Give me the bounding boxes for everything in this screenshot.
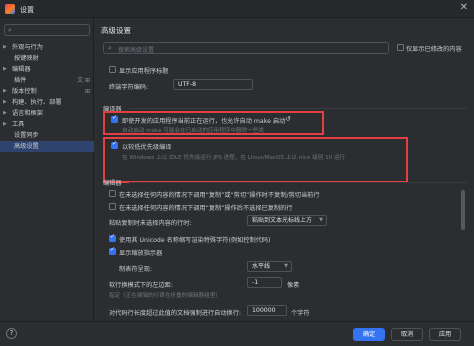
paste-label: 粘贴复制时未选择内容的行时: [109,220,192,227]
soft-wrap-indent-label: 软行换模式下的左边距: [109,282,173,289]
scrollbar[interactable] [461,190,465,230]
settings-sidebar: ⌕ ▶ 外观与行为 按键映射 ▶ 编辑器 插件 文 ⊞ ▶ 版本控制 ⊞ ▶ 构… [0,18,94,321]
page-title: 高级设置 [101,26,131,35]
cancel-button[interactable]: 取消 [391,328,423,341]
soft-wrap-hint: 指定（正在编辑的行首在折叠的编辑器组里） [109,293,221,299]
low-priority-hint: 在 Windows 上以 IDLE 优先级运行 JPS 进程，在 Linux/M… [122,155,346,161]
project-settings-icon: ⊞ [84,88,90,95]
divider [129,108,467,109]
show-app-title-label: 显示应用程序标题 [119,68,169,75]
title-bar: 设置 ✕ [0,0,474,18]
chevron-right-icon: ▶ [3,99,7,105]
auto-make-checkbox[interactable] [111,115,118,123]
help-icon[interactable]: ? [6,328,17,339]
show-app-title-checkbox[interactable] [109,66,116,73]
chevron-down-icon: ▼ [319,217,323,223]
window-title: 设置 [20,6,34,14]
sidebar-item-appearance[interactable]: ▶ 外观与行为 [0,42,94,53]
only-modified-label: 仅显示已修改的内容 [406,46,462,53]
tab-render-label: 制表符呈现: [119,266,153,273]
editor-section-title: 编辑器 [103,180,122,187]
auto-make-hint: 自动启动 make 可能会在已启动的应用程序中删除一些类 [122,128,264,134]
settings-content: 高级设置 ⌕ 搜索高级设置 仅显示已修改的内容 显示应用程序标题 终端字符编码:… [95,18,474,321]
chevron-right-icon: ▶ [3,88,7,94]
show-indent-label: 显示缩放指示器 [119,250,163,257]
chevron-right-icon: ▶ [3,66,7,72]
unicode-label: 使用其 Unicode 名称缩写渲染特殊字符(例如控制代码) [119,237,271,244]
low-priority-checkbox[interactable] [111,141,118,149]
sidebar-item-settings-sync[interactable]: 设置同步 [0,130,94,141]
terminal-encoding-label: 终端字符编码: [109,84,149,91]
auto-make-label: 即使开发的应用程序当前正在运行，也允许自动 make 启动 [122,118,286,125]
terminal-encoding-field[interactable]: UTF-8 [173,79,253,90]
chevron-right-icon: ▶ [3,44,7,50]
search-input[interactable]: ⌕ 搜索高级设置 [103,42,389,54]
chevron-down-icon: ▼ [284,263,288,269]
divider [129,182,467,183]
long-line-unit: 个字符 [291,310,310,317]
sidebar-item-build[interactable]: ▶ 构建、执行、部署 [0,97,94,108]
sidebar-item-tools[interactable]: ▶ 工具 [0,119,94,130]
tab-render-dropdown[interactable]: 水平线 ▼ [247,261,292,272]
ok-button[interactable]: 确定 [353,328,385,341]
chevron-right-icon: ▶ [3,121,7,127]
sidebar-search-input[interactable]: ⌕ [4,24,90,36]
dialog-footer: ? 确定 取消 应用 [0,321,474,346]
app-logo-icon [5,4,15,14]
search-icon: ⌕ [108,44,112,52]
paste-dropdown[interactable]: 粘贴到文本光标线上方 ▼ [247,215,327,226]
sidebar-item-keymap[interactable]: 按键映射 [0,53,94,64]
unicode-checkbox[interactable] [109,234,116,242]
soft-wrap-unit: 像素 [287,282,300,289]
long-line-label: 对代码行长度超过此值的文档强制进行自动换行: [109,310,242,317]
search-placeholder: 搜索高级设置 [118,47,155,54]
reset-icon[interactable]: ↺ [285,115,291,123]
editor-option-2-checkbox[interactable] [109,203,116,210]
low-priority-label: 以较低优先级编译 [122,144,172,151]
chevron-right-icon: ▶ [3,110,7,116]
sidebar-item-plugins[interactable]: 插件 文 ⊞ [0,75,94,86]
search-icon: ⌕ [8,26,12,34]
sidebar-item-editor[interactable]: ▶ 编辑器 [0,64,94,75]
soft-wrap-indent-field[interactable]: -1 [247,277,282,288]
sidebar-item-advanced[interactable]: 高级设置 [0,141,94,152]
editor-option-1-label: 在未选择任何内容的情况下调用“复制”或“剪切”操作时不复制/剪切当前行 [119,192,320,199]
apply-button[interactable]: 应用 [429,328,461,341]
editor-option-2-label: 在未选择任何内容的情况下调用“复制”操作后不选择已复制的行 [119,205,293,212]
sidebar-item-languages[interactable]: ▶ 语言和框架 [0,108,94,119]
long-line-field[interactable]: 100000 [247,305,287,316]
editor-option-1-checkbox[interactable] [109,190,116,197]
close-icon[interactable]: ✕ [460,3,468,13]
show-indent-checkbox[interactable] [109,247,116,255]
translate-icon: 文 ⊞ [77,77,90,84]
sidebar-item-vcs[interactable]: ▶ 版本控制 ⊞ [0,86,94,97]
only-modified-checkbox[interactable] [397,44,404,51]
